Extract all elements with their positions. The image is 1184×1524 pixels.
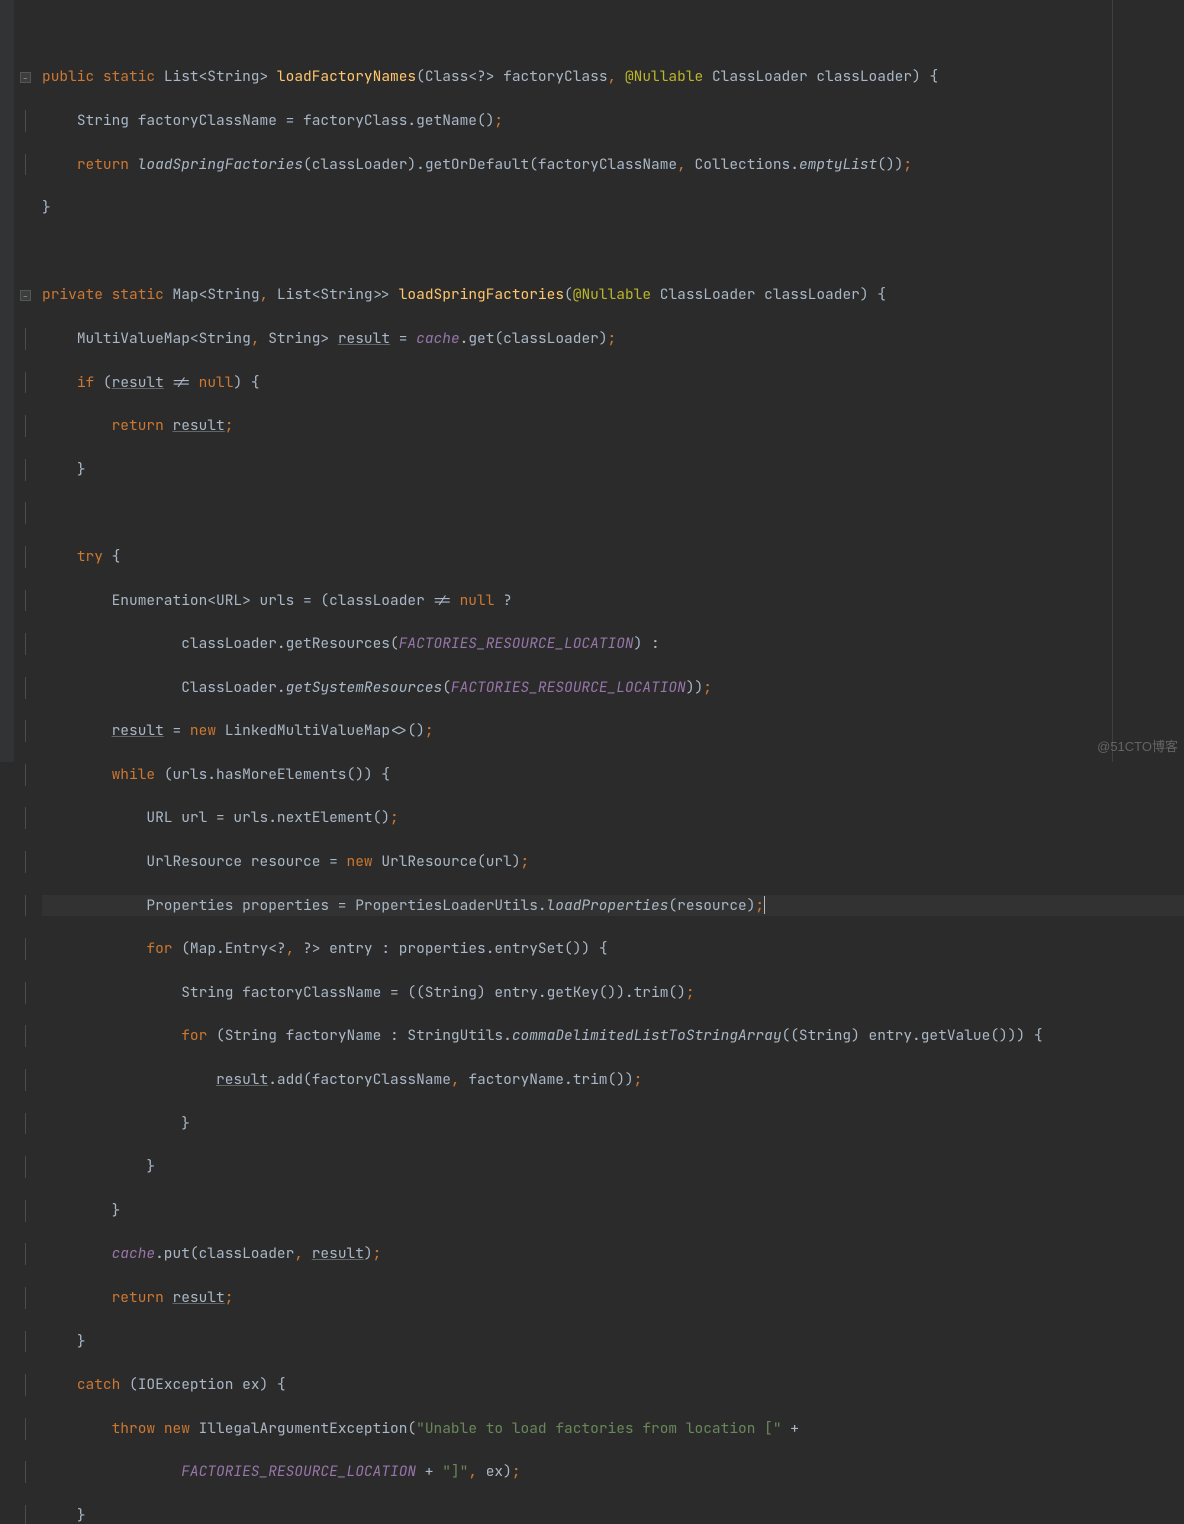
code-line[interactable]: try {	[42, 546, 1184, 568]
code-line[interactable]: return loadSpringFactories(classLoader).…	[42, 154, 1184, 176]
fold-icon[interactable]	[20, 290, 31, 301]
code-line[interactable]: }	[42, 1156, 1184, 1178]
text-caret	[764, 896, 765, 914]
code-line[interactable]: String factoryClassName = ((String) entr…	[42, 982, 1184, 1004]
code-line[interactable]: public static List<String> loadFactoryNa…	[42, 66, 1184, 88]
method-def: loadSpringFactories	[399, 285, 564, 304]
code-line[interactable]: if (result != null) {	[42, 372, 1184, 394]
code-line[interactable]: URL url = urls.nextElement();	[42, 807, 1184, 829]
type: List<String>	[164, 67, 268, 86]
annotation: @Nullable	[625, 67, 703, 86]
code-line[interactable]: for (Map.Entry<?, ?> entry : properties.…	[42, 938, 1184, 960]
code-line[interactable]: result.add(factoryClassName, factoryName…	[42, 1069, 1184, 1091]
code-line[interactable]: }	[42, 1331, 1184, 1353]
code-line[interactable]: return result;	[42, 1287, 1184, 1309]
code-line[interactable]: while (urls.hasMoreElements()) {	[42, 764, 1184, 786]
code-line[interactable]: FACTORIES_RESOURCE_LOCATION + "]", ex);	[42, 1461, 1184, 1483]
keyword: public	[42, 67, 94, 86]
code-line[interactable]: cache.put(classLoader, result);	[42, 1243, 1184, 1265]
keyword: static	[103, 67, 155, 86]
code-line[interactable]: UrlResource resource = new UrlResource(u…	[42, 851, 1184, 873]
code-line[interactable]: catch (IOException ex) {	[42, 1374, 1184, 1396]
code-line[interactable]	[42, 241, 1184, 263]
code-line[interactable]: throw new IllegalArgumentException("Unab…	[42, 1418, 1184, 1440]
gutter	[0, 0, 14, 762]
method-def: loadFactoryNames	[277, 67, 416, 86]
code-line[interactable]: MultiValueMap<String, String> result = c…	[42, 328, 1184, 350]
code-line[interactable]: }	[42, 1505, 1184, 1524]
code-line-current[interactable]: Properties properties = PropertiesLoader…	[42, 895, 1184, 917]
code-line[interactable]: ClassLoader.getSystemResources(FACTORIES…	[42, 677, 1184, 699]
code-line[interactable]: String factoryClassName = factoryClass.g…	[42, 110, 1184, 132]
code-line[interactable]: private static Map<String, List<String>>…	[42, 284, 1184, 306]
code-line[interactable]: }	[42, 1113, 1184, 1135]
code-line[interactable]: classLoader.getResources(FACTORIES_RESOU…	[42, 633, 1184, 655]
code-editor[interactable]: public static List<String> loadFactoryNa…	[14, 0, 1184, 762]
fold-icon[interactable]	[20, 72, 31, 83]
code-line[interactable]: for (String factoryName : StringUtils.co…	[42, 1025, 1184, 1047]
code-line[interactable]: return result;	[42, 415, 1184, 437]
code-line[interactable]: result = new LinkedMultiValueMap<>();	[42, 720, 1184, 742]
code-line[interactable]	[42, 502, 1184, 524]
code-line[interactable]: }	[42, 197, 1184, 219]
code-line[interactable]: }	[42, 459, 1184, 481]
code-line[interactable]: Enumeration<URL> urls = (classLoader != …	[42, 590, 1184, 612]
watermark-text: @51CTO博客	[1097, 736, 1178, 758]
code-line[interactable]: }	[42, 1200, 1184, 1222]
